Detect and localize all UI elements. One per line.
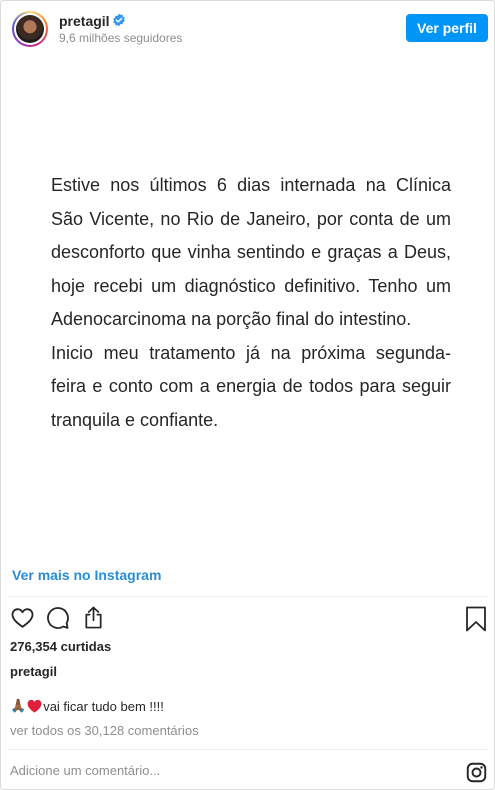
- comment-icon[interactable]: [46, 606, 70, 630]
- post-text: Estive nos últimos 6 dias internada na C…: [51, 169, 451, 437]
- instagram-embed: pretagil 9,6 milhões seguidores Ver perf…: [0, 0, 495, 790]
- username[interactable]: pretagil: [59, 13, 110, 29]
- post-header: pretagil 9,6 milhões seguidores Ver perf…: [1, 1, 494, 57]
- instagram-logo-icon[interactable]: [466, 762, 487, 783]
- share-icon[interactable]: [82, 605, 105, 630]
- heart-emoji-icon: [27, 699, 42, 713]
- avatar[interactable]: [12, 11, 48, 47]
- likes-count[interactable]: 276,354 curtidas: [10, 639, 111, 654]
- caption-text: vai ficar tudo bem !!!!: [43, 698, 164, 714]
- post-paragraph: Estive nos últimos 6 dias internada na C…: [51, 175, 451, 329]
- view-profile-button[interactable]: Ver perfil: [406, 14, 488, 42]
- followers-count: 9,6 milhões seguidores: [59, 31, 183, 45]
- view-more-link[interactable]: Ver mais no Instagram: [12, 567, 161, 583]
- view-comments-link[interactable]: ver todos os 30,128 comentários: [10, 723, 199, 738]
- divider: [9, 749, 487, 750]
- like-icon[interactable]: [10, 606, 35, 630]
- post-paragraph: Inicio meu tratamento já na próxima segu…: [51, 342, 451, 430]
- verified-icon: [113, 13, 125, 27]
- save-icon[interactable]: [465, 606, 487, 632]
- avatar-photo: [16, 15, 44, 43]
- caption-owner[interactable]: pretagil: [10, 664, 57, 679]
- add-comment-input[interactable]: [10, 763, 440, 778]
- divider: [9, 596, 487, 597]
- caption: 🙏🏾 vai ficar tudo bem !!!!: [10, 698, 164, 714]
- post-image[interactable]: Estive nos últimos 6 dias internada na C…: [1, 57, 494, 549]
- pray-emoji: 🙏🏾: [10, 698, 27, 713]
